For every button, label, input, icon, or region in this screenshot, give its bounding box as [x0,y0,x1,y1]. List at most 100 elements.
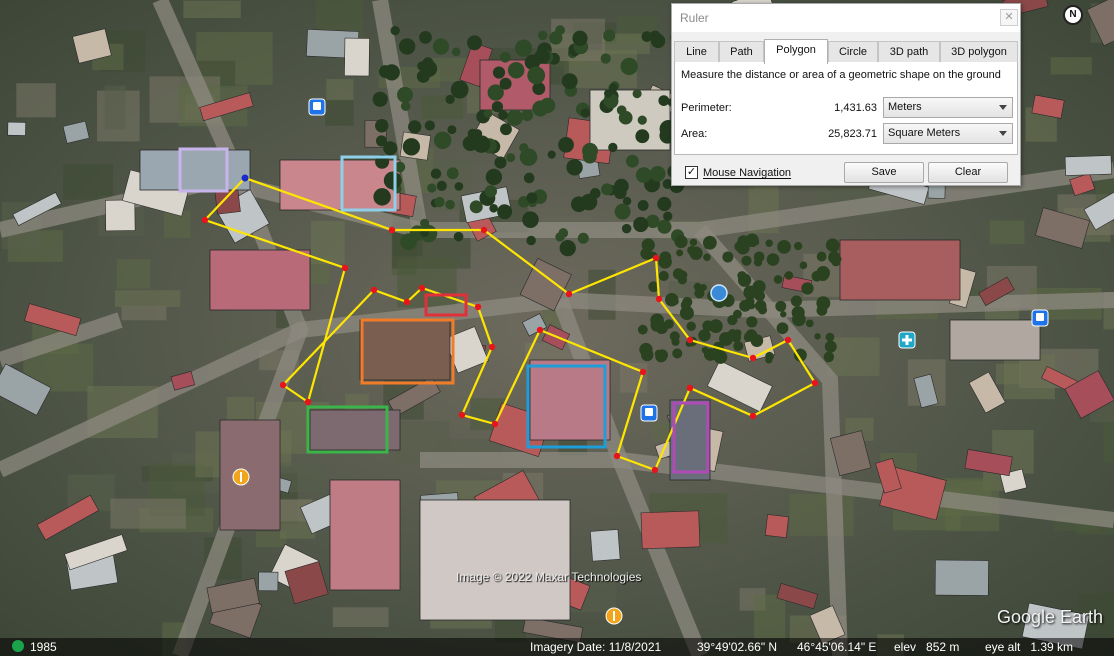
tree [577,232,589,244]
polygon-vertex[interactable] [201,216,209,224]
polygon-vertex[interactable] [639,368,647,376]
bus-stop-icon[interactable] [640,404,658,422]
google-earth-logo: Google Earth [997,607,1104,627]
tab-path[interactable]: Path [719,41,764,63]
hospital-icon[interactable] [898,331,916,349]
terrain-patch [183,0,241,19]
tree [538,30,548,41]
compass-icon[interactable]: N [1063,5,1083,25]
bus-glyph [313,102,321,110]
tree [825,332,835,342]
terrain-patch [326,79,354,101]
polygon-vertex[interactable] [418,284,426,292]
tree [472,135,491,153]
polygon-vertex[interactable] [279,381,287,389]
polygon-vertex[interactable] [749,412,757,420]
food-icon[interactable] [605,607,623,625]
area-unit-select[interactable]: Square Meters [883,123,1013,144]
mouse-navigation-checkbox[interactable]: ✓ [685,166,698,179]
polygon-vertex[interactable] [341,264,349,272]
ruler-titlebar[interactable]: Ruler ✕ [672,4,1020,32]
tree [746,316,758,328]
tree [793,241,803,251]
tree [445,94,455,105]
polygon-vertex[interactable] [655,295,663,303]
tree [657,196,672,212]
tab-line[interactable]: Line [674,41,719,63]
polygon-vertex[interactable] [613,452,621,460]
polygon-vertex[interactable] [652,254,660,262]
tree [532,100,549,117]
bus-stop-icon[interactable] [308,98,326,116]
tree [408,120,422,134]
polygon-vertex[interactable] [304,398,312,406]
tree [674,235,688,249]
tree [664,319,674,329]
tree [765,356,773,364]
area-value: 25,823.71 [828,128,877,140]
tree [484,185,498,198]
tree [704,242,712,250]
terrain-patch [16,83,56,118]
tree [483,109,493,118]
tree [754,290,765,302]
bus-stop-icon[interactable] [1031,309,1049,327]
tree [733,341,744,352]
polygon-vertex[interactable] [651,466,659,474]
mouse-navigation-label[interactable]: Mouse Navigation [703,167,791,179]
tab-3d-polygon[interactable]: 3D polygon [940,41,1018,63]
landmark-icon[interactable] [710,284,728,302]
tree [383,171,402,190]
perimeter-value: 1,431.63 [834,102,877,114]
tree [433,131,452,150]
tree [632,89,642,99]
landmark-marker[interactable] [710,284,728,302]
tree [514,39,533,57]
perimeter-unit-select[interactable]: Meters [883,97,1013,118]
polygon-vertex[interactable] [403,298,411,306]
close-icon[interactable]: ✕ [1000,9,1018,26]
polygon-vertex[interactable] [474,303,482,311]
tree [656,349,668,361]
tree [657,219,672,234]
tree [436,180,447,191]
polygon-vertex[interactable] [488,343,496,351]
terrain-patch [754,594,786,639]
tree [701,346,709,354]
tab-3d-path[interactable]: 3D path [878,41,940,63]
terrain-patch [827,337,880,376]
polygon-vertex[interactable] [784,336,792,344]
polygon-vertex[interactable] [241,174,249,182]
tree [485,168,503,186]
polygon-vertex[interactable] [749,354,757,362]
bus-glyph [1036,313,1044,321]
polygon-vertex[interactable] [458,411,466,419]
polygon-vertex[interactable] [686,384,694,392]
historical-year[interactable]: 1985 [30,640,57,654]
polygon-vertex[interactable] [536,326,544,334]
tab-circle[interactable]: Circle [828,41,878,63]
food-icon[interactable] [232,468,250,486]
clear-button[interactable]: Clear [928,162,1008,183]
building [590,529,621,562]
terrain-patch [789,494,854,536]
tree [492,66,506,79]
polygon-vertex[interactable] [491,420,499,428]
tree [469,200,483,214]
polygon-vertex[interactable] [686,336,694,344]
tree [506,109,523,126]
building [344,37,370,77]
terrain-patch [104,85,126,130]
tab-polygon[interactable]: Polygon [764,39,828,64]
polygon-vertex[interactable] [565,290,573,298]
tree [737,273,752,287]
clock-icon[interactable] [12,640,24,652]
tree [613,186,627,200]
polygon-vertex[interactable] [811,379,819,387]
tree [522,211,539,228]
save-button[interactable]: Save [844,162,924,183]
polygon-vertex[interactable] [370,286,378,294]
tree [375,135,387,147]
polygon-vertex[interactable] [388,226,396,234]
polygon-vertex[interactable] [480,226,488,234]
